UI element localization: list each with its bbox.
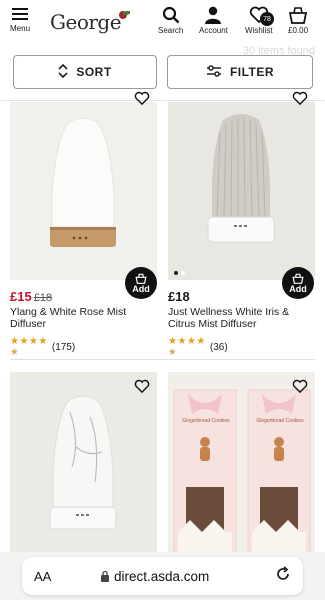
product-name[interactable]: Ylang & White Rose Mist Diffuser bbox=[10, 306, 150, 330]
rating-count: (175) bbox=[51, 341, 76, 353]
product-rating: ★★★★★ (36) bbox=[168, 336, 228, 358]
packaging-label: Gingerbread Cookies bbox=[182, 418, 230, 424]
product-image[interactable] bbox=[10, 372, 157, 552]
rating-count: (36) bbox=[209, 341, 228, 353]
text-size-button[interactable]: AA bbox=[34, 569, 51, 584]
star-rating-icon: ★★★★★ bbox=[168, 336, 206, 358]
account-icon bbox=[205, 6, 222, 24]
wishlist-count-badge: 78 bbox=[260, 12, 274, 26]
address-field[interactable]: AA direct.asda.com bbox=[22, 557, 303, 595]
add-to-basket-button[interactable]: Add bbox=[125, 267, 157, 299]
product-image[interactable] bbox=[10, 102, 157, 280]
price-was: £18 bbox=[33, 292, 53, 304]
sort-filter-bar: SORT FILTER bbox=[0, 55, 325, 101]
browser-url-bar: AA direct.asda.com bbox=[0, 552, 325, 600]
lock-icon bbox=[101, 570, 109, 582]
add-label: Add bbox=[132, 283, 150, 294]
sort-label: SORT bbox=[76, 65, 112, 79]
search-button[interactable]: Search bbox=[158, 6, 183, 35]
price-now: £15 bbox=[10, 289, 32, 304]
add-label: Add bbox=[289, 283, 307, 294]
wishlist-heart-icon[interactable] bbox=[290, 88, 310, 108]
star-rating-icon: ★★★★★ bbox=[10, 336, 48, 358]
diffuser-white-ceramic-image bbox=[50, 117, 116, 247]
account-button[interactable]: Account bbox=[199, 6, 228, 35]
product-price: £15 £18 bbox=[10, 289, 52, 304]
price-now: £18 bbox=[168, 289, 190, 304]
menu-button[interactable]: Menu bbox=[10, 6, 30, 33]
site-header: Menu George Search Account 78 Wishlist £… bbox=[0, 0, 325, 44]
basket-icon bbox=[292, 273, 304, 284]
sort-button[interactable]: SORT bbox=[13, 55, 157, 89]
add-to-basket-button[interactable]: Add bbox=[282, 267, 314, 299]
filter-label: FILTER bbox=[229, 65, 275, 79]
reload-icon[interactable] bbox=[275, 565, 291, 587]
diffuser-grey-ribbed-image bbox=[207, 114, 275, 243]
george-logo[interactable]: George bbox=[50, 10, 136, 34]
product-name[interactable]: Just Wellness White Iris & Citrus Mist D… bbox=[168, 306, 308, 330]
basket-button[interactable]: £0.00 bbox=[288, 6, 308, 35]
image-carousel-dots[interactable] bbox=[174, 271, 185, 275]
product-price: £18 bbox=[168, 289, 190, 304]
filter-button[interactable]: FILTER bbox=[167, 55, 313, 89]
wishlist-button[interactable]: 78 Wishlist bbox=[245, 6, 274, 35]
basket-icon bbox=[135, 273, 147, 284]
account-label: Account bbox=[199, 26, 228, 35]
wishlist-heart-icon[interactable] bbox=[132, 376, 152, 396]
wishlist-heart-icon[interactable] bbox=[290, 376, 310, 396]
search-icon bbox=[162, 6, 180, 24]
product-rating: ★★★★★ (175) bbox=[10, 336, 75, 358]
product-image[interactable]: Gingerbread Cookies Gingerbread Cookies bbox=[168, 372, 315, 552]
search-label: Search bbox=[158, 26, 184, 35]
packaging-label: Gingerbread Cookies bbox=[256, 418, 304, 424]
sort-arrows-icon bbox=[58, 63, 68, 81]
basket-icon bbox=[288, 7, 308, 24]
url-display[interactable]: direct.asda.com bbox=[100, 569, 209, 584]
menu-label: Menu bbox=[10, 24, 31, 33]
wishlist-heart-icon[interactable] bbox=[132, 88, 152, 108]
carousel-dot[interactable] bbox=[174, 271, 178, 275]
filter-sliders-icon bbox=[206, 64, 222, 80]
gingerbread-reed-diffuser-image bbox=[173, 389, 311, 552]
row-divider bbox=[10, 359, 315, 360]
carousel-dot[interactable] bbox=[181, 271, 185, 275]
basket-total: £0.00 bbox=[288, 26, 309, 35]
wishlist-label: Wishlist bbox=[245, 26, 273, 35]
product-image[interactable] bbox=[168, 102, 315, 280]
diffuser-marble-image bbox=[49, 395, 117, 530]
hamburger-icon bbox=[12, 8, 28, 20]
